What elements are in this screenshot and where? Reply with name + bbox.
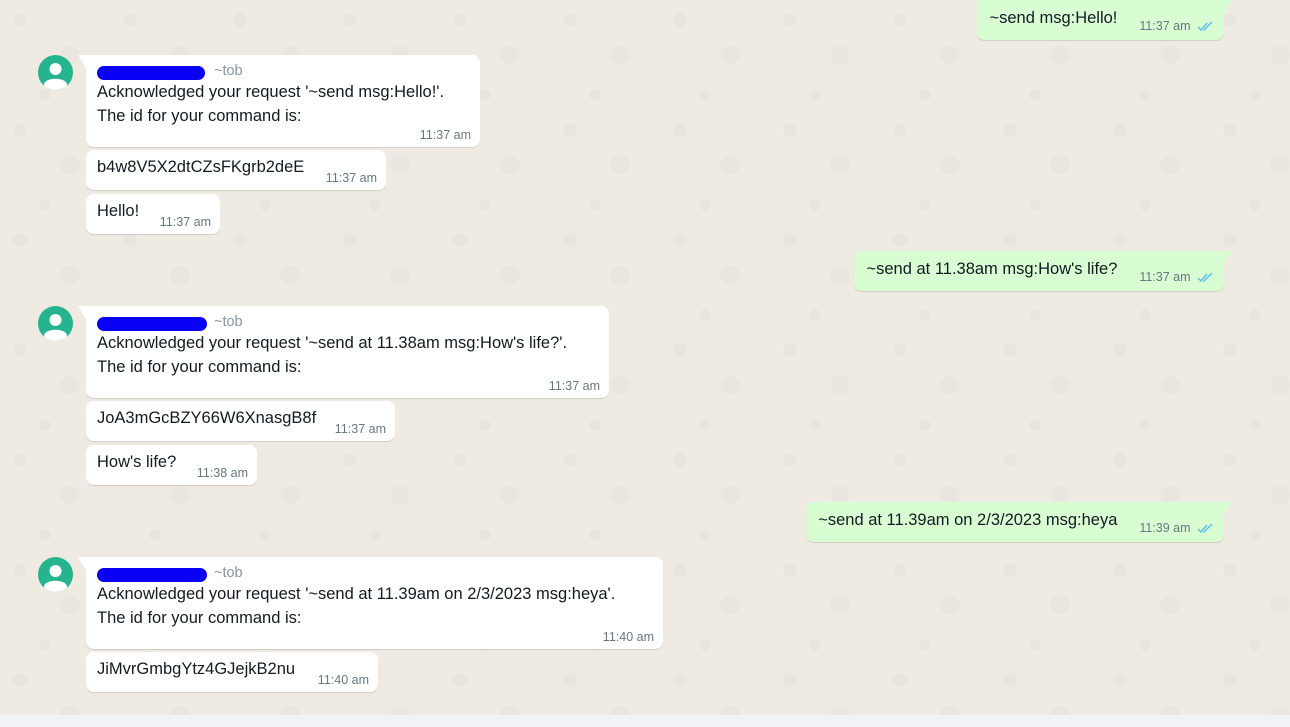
message-text: Acknowledged your request '~send msg:Hel… [97,83,445,125]
incoming-message[interactable]: JiMvrGmbgYtz4GJejkB2nu 11:40 am [86,652,378,692]
message-text: JiMvrGmbgYtz4GJejkB2nu [97,660,296,678]
message-time: 11:39 am [1139,521,1191,535]
double-check-icon [1197,21,1214,36]
incoming-message[interactable]: JoA3mGcBZY66W6XnasgB8f 11:37 am [86,401,395,441]
incoming-message[interactable]: ~tob Acknowledged your request '~send ms… [78,55,480,147]
message-time: 11:37 am [1139,270,1191,284]
outgoing-message[interactable]: ~send at 11.38am msg:How's life? 11:37 a… [854,251,1232,291]
incoming-message[interactable]: ~tob Acknowledged your request '~send at… [78,557,663,649]
redacted-phone-number [97,317,207,331]
avatar[interactable] [38,557,73,592]
chat-panel[interactable]: ~send msg:Hello! 11:37 am ~tob Acknowled… [0,0,1290,715]
sender-row: ~tob [97,562,654,582]
message-text: b4w8V5X2dtCZsFKgrb2deE [97,158,305,176]
incoming-message[interactable]: b4w8V5X2dtCZsFKgrb2deE 11:37 am [86,150,386,190]
sender-pushname: ~tob [214,565,243,581]
message-time: 11:40 am [602,630,654,644]
redacted-phone-number [97,66,205,80]
message-meta: 11:39 am [1139,521,1214,538]
double-check-icon [1197,523,1214,538]
message-text: How's life? [97,453,177,471]
message-text: Acknowledged your request '~send at 11.3… [97,334,568,376]
message-time: 11:37 am [419,128,471,142]
message-time: 11:37 am [325,171,377,185]
double-check-icon [1197,272,1214,287]
compose-bar-edge [0,715,1290,727]
message-time: 11:38 am [196,466,248,480]
message-time: 11:37 am [159,215,211,229]
message-time: 11:37 am [1139,19,1191,33]
message-text: Hello! [97,202,140,220]
message-text: ~send at 11.39am on 2/3/2023 msg:heya [818,511,1118,529]
message-meta: 11:37 am [1139,270,1214,287]
message-time: 11:40 am [317,673,369,687]
message-time: 11:37 am [548,379,600,393]
message-text: ~send msg:Hello! [989,9,1118,27]
default-user-avatar-icon [44,565,67,592]
message-text: Acknowledged your request '~send at 11.3… [97,585,616,627]
incoming-message[interactable]: How's life? 11:38 am [86,445,257,485]
avatar[interactable] [38,55,73,90]
incoming-message[interactable]: Hello! 11:37 am [86,194,220,234]
default-user-avatar-icon [44,314,67,341]
sender-pushname: ~tob [214,63,243,79]
message-text: ~send at 11.38am msg:How's life? [866,260,1118,278]
incoming-message[interactable]: ~tob Acknowledged your request '~send at… [78,306,609,398]
outgoing-message[interactable]: ~send at 11.39am on 2/3/2023 msg:heya 11… [806,502,1232,542]
sender-pushname: ~tob [214,314,243,330]
message-text: JoA3mGcBZY66W6XnasgB8f [97,409,317,427]
sender-row: ~tob [97,311,600,331]
message-time: 11:37 am [334,422,386,436]
outgoing-message[interactable]: ~send msg:Hello! 11:37 am [977,0,1232,40]
default-user-avatar-icon [44,63,67,90]
sender-row: ~tob [97,60,471,80]
avatar[interactable] [38,306,73,341]
message-meta: 11:37 am [1139,19,1214,36]
redacted-phone-number [97,568,207,582]
